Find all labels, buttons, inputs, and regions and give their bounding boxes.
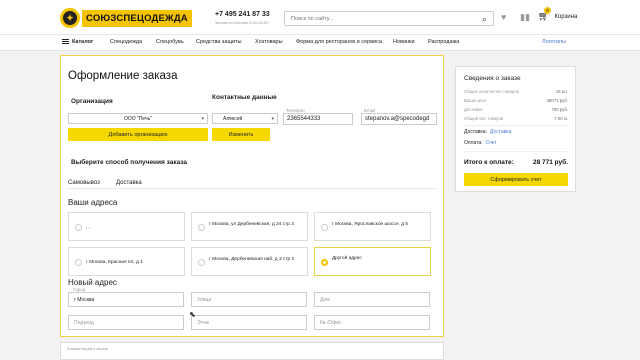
- search-icon[interactable]: ⌕: [482, 14, 487, 25]
- nav-item-household[interactable]: Хозтовары: [255, 39, 283, 45]
- compare-icon[interactable]: ▮▮: [520, 12, 530, 23]
- summary-row-label: Доставка: [464, 107, 483, 112]
- summary-total: Итого к оплате: 28 771 руб.: [464, 159, 568, 166]
- address-text: г Москва, Дербеневская наб, д 3 стр 2: [209, 257, 295, 262]
- contact-value: Алексей: [223, 115, 243, 122]
- address-card[interactable]: г Москва, Ярославское шоссе, д 5: [314, 212, 431, 241]
- main-nav: Каталог Спецодежда Спецобувь Средства за…: [0, 34, 640, 51]
- create-invoice-button[interactable]: Сформировать счет: [464, 173, 568, 186]
- summary-row-value: 16 шт.: [555, 89, 568, 94]
- address-card-other[interactable]: Другой адрес: [314, 247, 431, 276]
- menu-icon: [62, 39, 69, 45]
- summary-divider: [464, 151, 568, 152]
- address-text: г Москва, ул Дербеневская, д 24 стр 3: [209, 222, 294, 227]
- order-summary: Сведения о заказе Общее количество товар…: [455, 66, 576, 192]
- organization-heading: Организация: [71, 98, 113, 105]
- house-input[interactable]: Дом: [314, 292, 430, 307]
- address-card[interactable]: г Москва, ул Дербеневская, д 24 стр 3: [191, 212, 308, 241]
- summary-payment-label: Оплата:: [464, 140, 483, 146]
- nav-item-logos[interactable]: Логотипы: [542, 39, 566, 45]
- change-contact-button[interactable]: Изменить: [212, 128, 270, 141]
- contact-select[interactable]: Алексей ▾: [212, 113, 278, 124]
- summary-delivery-label: Доставка:: [464, 129, 487, 135]
- address-text: , ,: [86, 225, 90, 230]
- site-header: ✦ СОЮЗСПЕЦОДЕЖДА +7 495 241 87 33 Звонки…: [0, 0, 640, 34]
- address-text: г Москва, Ярославское шоссе, д 5: [332, 222, 408, 227]
- chevron-down-icon: ▾: [271, 116, 274, 122]
- nav-item-new[interactable]: Новинки: [393, 39, 415, 45]
- nav-item-footwear[interactable]: Спецобувь: [156, 39, 184, 45]
- address-radio[interactable]: [75, 224, 82, 231]
- cart-link[interactable]: 🛒︎ 0 Корзина: [538, 7, 578, 22]
- tab-pickup[interactable]: Самовывоз: [68, 180, 100, 186]
- summary-row-label: Общий вес товаров: [464, 116, 504, 121]
- address-card[interactable]: , ,: [68, 212, 185, 241]
- organization-select[interactable]: ООО "Печь" ▾: [68, 113, 208, 124]
- delivery-heading: Выберите способ получения заказа: [71, 159, 188, 166]
- nav-item-sale[interactable]: Распродажа: [428, 39, 459, 45]
- floor-input[interactable]: Этаж: [191, 315, 307, 330]
- summary-row: Общий вес товаров 7.00 кг.: [464, 116, 568, 121]
- summary-payment: Оплата: Счет: [464, 140, 497, 146]
- phone-note: Звонки по Москве 8:00-20:00: [215, 20, 269, 25]
- street-input[interactable]: Улица: [191, 292, 307, 307]
- summary-title: Сведения о заказе: [464, 75, 521, 82]
- address-text: Другой адрес: [332, 256, 362, 261]
- nav-catalog[interactable]: Каталог: [62, 39, 93, 45]
- header-phone[interactable]: +7 495 241 87 33: [215, 11, 270, 18]
- address-card[interactable]: г Москва, Дербеневская наб, д 3 стр 2: [191, 247, 308, 276]
- summary-payment-link[interactable]: Счет: [486, 140, 497, 146]
- summary-row-label: Общее количество товаров: [464, 89, 519, 94]
- search-box: ⌕: [284, 11, 494, 26]
- phone-field[interactable]: 2365544333: [283, 113, 353, 125]
- add-organization-button[interactable]: Добавить организацию: [68, 128, 208, 141]
- summary-delivery: Доставка: Доставка: [464, 129, 511, 135]
- address-text: г Москва, Красная пл, д 1: [86, 260, 143, 265]
- email-field[interactable]: stepanov.a@specodegd: [361, 113, 437, 125]
- office-input[interactable]: Кв./Офис: [314, 315, 430, 330]
- cart-label: Корзина: [554, 13, 578, 20]
- comment-placeholder: Комментарий к заказу: [67, 346, 109, 351]
- city-input[interactable]: г Москва: [68, 292, 184, 307]
- logo[interactable]: ✦ СОЮЗСПЕЦОДЕЖДА: [60, 8, 200, 28]
- cart-icon: 🛒︎ 0: [538, 7, 551, 21]
- search-input[interactable]: [291, 15, 471, 22]
- tabs-divider: [68, 188, 436, 189]
- favorites-icon[interactable]: ♥: [501, 12, 506, 22]
- contacts-heading: Контактные данные: [212, 94, 277, 101]
- address-radio[interactable]: [198, 259, 205, 266]
- total-label: Итого к оплате:: [464, 159, 514, 166]
- comment-field[interactable]: Комментарий к заказу: [60, 342, 444, 360]
- summary-row: Доставка 700 руб.: [464, 107, 568, 112]
- organization-value: ООО "Печь": [123, 115, 153, 122]
- address-card[interactable]: г Москва, Красная пл, д 1: [68, 247, 185, 276]
- order-form: Оформление заказа Организация ООО "Печь"…: [60, 55, 444, 337]
- page-title: Оформление заказа: [68, 70, 178, 82]
- addresses-heading: Ваши адреса: [68, 198, 118, 207]
- summary-divider: [464, 125, 568, 126]
- summary-row: Ваша цена 28071 руб.: [464, 98, 568, 103]
- nav-catalog-label: Каталог: [72, 39, 94, 45]
- new-address-heading: Новый адрес: [68, 278, 117, 287]
- nav-item-restaurant-uniform[interactable]: Форма для ресторанов и сервиса: [296, 39, 382, 45]
- total-value: 28 771 руб.: [532, 159, 568, 166]
- summary-row-value: 7.00 кг.: [554, 116, 568, 121]
- chevron-down-icon: ▾: [201, 116, 204, 122]
- mouse-cursor-icon: ⬉: [189, 310, 196, 319]
- gear-logo-icon: ✦: [60, 8, 80, 28]
- summary-row: Общее количество товаров 16 шт.: [464, 89, 568, 94]
- summary-row-value: 700 руб.: [551, 107, 568, 112]
- cart-count-badge: 0: [544, 7, 551, 14]
- address-radio[interactable]: [75, 259, 82, 266]
- nav-item-protection[interactable]: Средства защиты: [196, 39, 242, 45]
- address-radio[interactable]: [321, 224, 328, 231]
- nav-item-workwear[interactable]: Спецодежда: [110, 39, 142, 45]
- summary-delivery-link[interactable]: Доставка: [490, 129, 511, 135]
- summary-row-value: 28071 руб.: [546, 98, 568, 103]
- entrance-input[interactable]: Подъезд: [68, 315, 184, 330]
- summary-row-label: Ваша цена: [464, 98, 486, 103]
- address-radio[interactable]: [198, 224, 205, 231]
- address-radio-selected[interactable]: [321, 259, 328, 266]
- logo-text: СОЮЗСПЕЦОДЕЖДА: [82, 9, 192, 27]
